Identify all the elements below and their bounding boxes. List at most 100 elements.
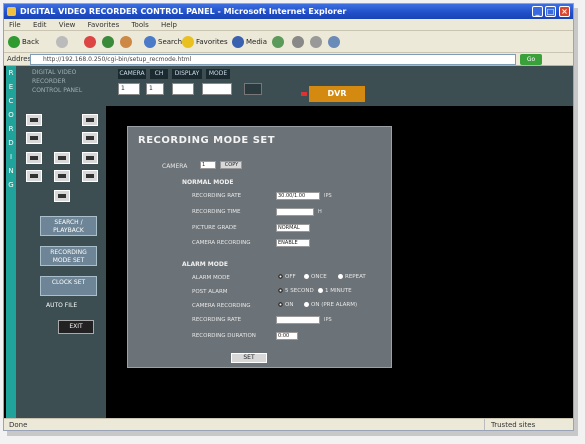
strip-letter: I xyxy=(9,153,13,161)
copy-button[interactable]: COPY xyxy=(220,161,242,169)
media-icon xyxy=(232,36,244,48)
post-alarm-1m-radio[interactable]: 1 MINUTE xyxy=(318,288,352,294)
go-button[interactable]: Go xyxy=(520,54,542,65)
strip-letter: O xyxy=(8,111,14,119)
alarm-mode-repeat-radio[interactable]: REPEAT xyxy=(338,274,366,280)
normal-rate-select[interactable]: 30.00/1.00 xyxy=(276,192,320,200)
display-select[interactable] xyxy=(172,83,194,95)
alarm-mode-off-radio[interactable]: OFF xyxy=(278,274,296,280)
alarm-cam-on-radio[interactable]: ON xyxy=(278,302,293,308)
maximize-button[interactable]: □ xyxy=(545,6,556,17)
screen-icon xyxy=(30,136,38,140)
sequence-icon xyxy=(58,194,66,198)
search-icon xyxy=(144,36,156,48)
camera-recording-select[interactable]: ENABLE xyxy=(276,239,310,247)
radio-dot-icon xyxy=(278,274,283,279)
close-button[interactable]: × xyxy=(559,6,570,17)
normal-time-input[interactable] xyxy=(276,208,314,216)
menu-edit[interactable]: Edit xyxy=(33,21,47,29)
strip-letter: E xyxy=(8,83,14,91)
split-btn-5[interactable] xyxy=(54,170,70,182)
alarm-rate-label: RECORDING RATE xyxy=(192,317,242,323)
menu-help[interactable]: Help xyxy=(161,21,177,29)
strip-letter: D xyxy=(8,139,14,147)
page-content: R E C O R D I N G DIGITAL VIDEO RECORDER… xyxy=(4,66,573,418)
media-button[interactable]: Media xyxy=(232,34,267,50)
camera-btn-2[interactable] xyxy=(82,114,98,126)
alarm-rate-unit: IPS xyxy=(324,317,332,323)
rec-dot-icon xyxy=(301,92,307,96)
security-zone: Trusted sites xyxy=(484,419,544,430)
exit-button[interactable]: EXIT xyxy=(58,320,94,334)
menu-view[interactable]: View xyxy=(59,21,76,29)
mode-select[interactable] xyxy=(202,83,232,95)
split-btn-6[interactable] xyxy=(82,170,98,182)
grid-icon xyxy=(58,174,66,178)
post-alarm-label: POST ALARM xyxy=(192,289,228,295)
alarm-mode-label: ALARM MODE xyxy=(192,275,230,281)
search-button[interactable]: Search xyxy=(144,34,182,50)
mail-button[interactable] xyxy=(292,34,306,50)
camera-value-select[interactable]: 1 xyxy=(200,161,216,169)
dialog-title: RECORDING MODE SET xyxy=(138,135,276,146)
ch-select[interactable]: 1 xyxy=(146,83,164,95)
screenshot-frame: DIGITAL VIDEO RECORDER CONTROL PANEL - M… xyxy=(0,0,585,444)
camera-select[interactable]: 1 xyxy=(118,83,140,95)
alarm-mode-once-radio[interactable]: ONCE xyxy=(304,274,327,280)
normal-rate-unit: IPS xyxy=(324,193,332,199)
clock-set-button[interactable]: CLOCK SET xyxy=(40,276,97,296)
split-btn-1[interactable] xyxy=(26,152,42,164)
camera-recording-label: CAMERA RECORDING xyxy=(192,240,251,246)
edit-icon xyxy=(328,36,340,48)
normal-mode-heading: NORMAL MODE xyxy=(182,179,234,186)
alarm-rate-input[interactable] xyxy=(276,316,320,324)
label-mode: MODE xyxy=(206,69,230,79)
refresh-button[interactable] xyxy=(102,34,116,50)
grid-icon xyxy=(30,156,38,160)
normal-time-label: RECORDING TIME xyxy=(192,209,241,215)
edit-button[interactable] xyxy=(328,34,342,50)
minimize-button[interactable]: _ xyxy=(532,6,543,17)
auto-file-toggle[interactable]: AUTO FILE xyxy=(46,302,77,309)
alarm-cam-prealarm-radio[interactable]: ON (PRE ALARM) xyxy=(304,302,357,308)
stop-button[interactable] xyxy=(84,34,98,50)
split-btn-4[interactable] xyxy=(26,170,42,182)
search-playback-button[interactable]: SEARCH / PLAYBACK xyxy=(40,216,97,236)
history-button[interactable] xyxy=(272,34,286,50)
set-button[interactable]: SET xyxy=(231,353,267,363)
camera-btn-1[interactable] xyxy=(26,114,42,126)
back-arrow-icon xyxy=(8,36,20,48)
forward-button[interactable] xyxy=(56,34,70,50)
back-button[interactable]: Back xyxy=(8,34,39,50)
address-input[interactable]: http://192.168.0.250/cgi-bin/setup_recmo… xyxy=(30,54,516,65)
window-title: DIGITAL VIDEO RECORDER CONTROL PANEL - M… xyxy=(20,7,347,16)
home-button[interactable] xyxy=(120,34,134,50)
screen-icon xyxy=(86,118,94,122)
strip-letter: G xyxy=(8,181,14,189)
picture-grade-select[interactable]: NORMAL xyxy=(276,224,310,232)
split-btn-3[interactable] xyxy=(82,152,98,164)
go-select-button[interactable] xyxy=(244,83,262,95)
recording-mode-button[interactable]: RECORDING MODE SET xyxy=(40,246,97,266)
split-btn-2[interactable] xyxy=(54,152,70,164)
radio-dot-icon xyxy=(338,274,343,279)
stop-icon xyxy=(84,36,96,48)
strip-letter: R xyxy=(8,125,14,133)
camera-btn-4[interactable] xyxy=(82,132,98,144)
menu-file[interactable]: File xyxy=(9,21,21,29)
post-alarm-5s-radio[interactable]: 5 SECOND xyxy=(278,288,314,294)
menu-favorites[interactable]: Favorites xyxy=(88,21,120,29)
menu-bar: File Edit View Favorites Tools Help xyxy=(4,19,573,31)
print-button[interactable] xyxy=(310,34,324,50)
title-bar: DIGITAL VIDEO RECORDER CONTROL PANEL - M… xyxy=(4,4,573,19)
sequence-button[interactable] xyxy=(54,190,70,202)
grid-icon xyxy=(86,156,94,160)
status-text: Done xyxy=(9,421,28,429)
label-camera: CAMERA xyxy=(118,69,146,79)
forward-arrow-icon xyxy=(56,36,68,48)
favorites-button[interactable]: Favorites xyxy=(182,34,228,50)
alarm-duration-select[interactable]: 0:00 xyxy=(276,332,298,340)
left-strip: R E C O R D I N G xyxy=(6,66,16,418)
camera-btn-3[interactable] xyxy=(26,132,42,144)
menu-tools[interactable]: Tools xyxy=(131,21,148,29)
